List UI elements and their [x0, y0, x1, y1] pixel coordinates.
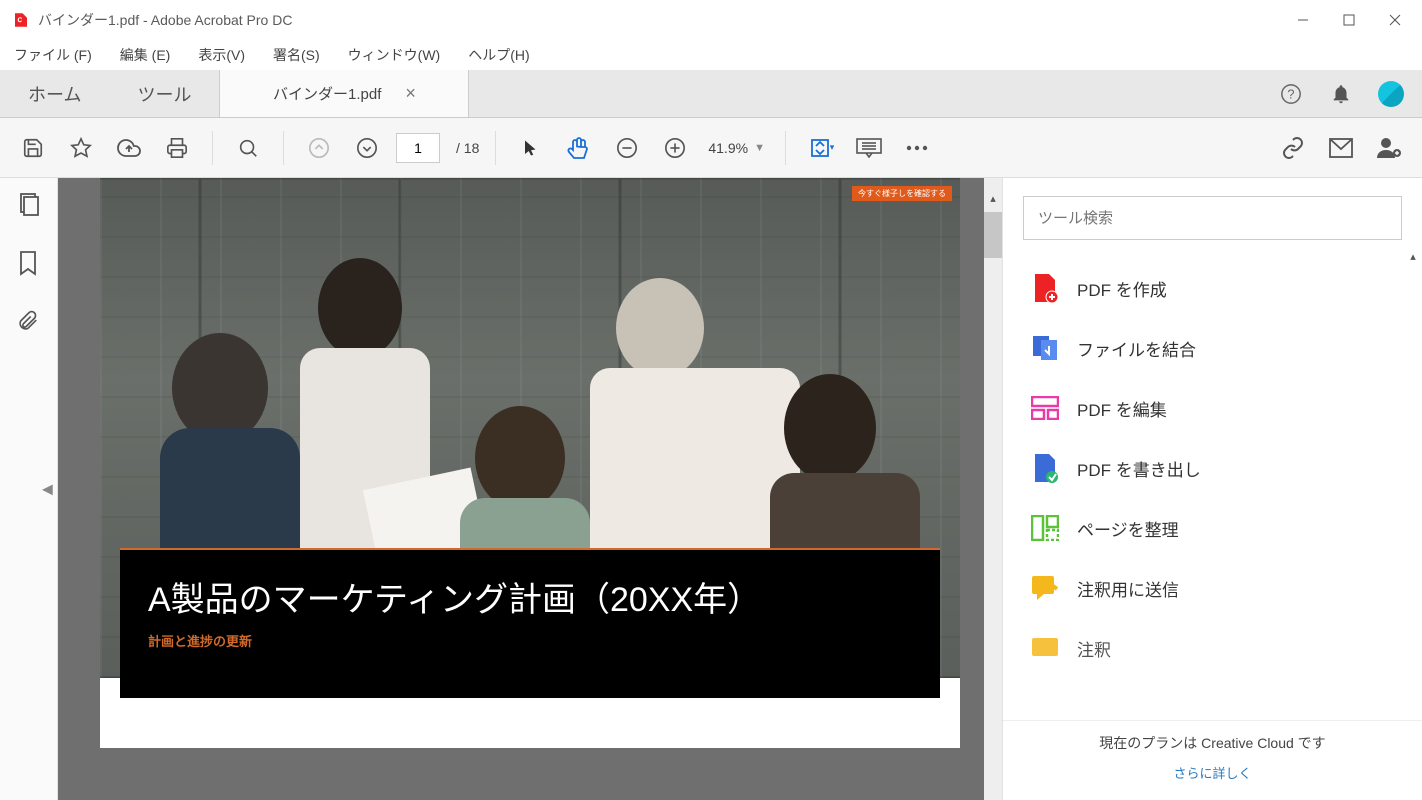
tools-search-input[interactable] [1023, 196, 1402, 240]
tab-bar: ホーム ツール バインダー1.pdf × ? [0, 70, 1422, 118]
tool-export-pdf[interactable]: PDF を書き出し [1003, 438, 1422, 498]
search-icon[interactable] [229, 129, 267, 167]
document-title: A製品のマーケティング計画（20XX年） [148, 572, 912, 621]
document-title-overlay: A製品のマーケティング計画（20XX年） 計画と進捗の更新 [120, 548, 940, 698]
export-pdf-icon [1031, 454, 1059, 482]
hand-tool-icon[interactable] [560, 129, 598, 167]
tool-create-pdf[interactable]: PDF を作成 [1003, 258, 1422, 318]
tool-send-for-comments[interactable]: 注釈用に送信 [1003, 558, 1422, 618]
tool-label: PDF を編集 [1077, 396, 1167, 421]
notifications-icon[interactable] [1328, 81, 1354, 107]
minimize-button[interactable] [1280, 4, 1326, 36]
window-title: バインダー1.pdf - Adobe Acrobat Pro DC [38, 10, 292, 30]
more-tools-icon[interactable] [898, 129, 936, 167]
expand-left-panel-icon[interactable]: ◀ [42, 481, 53, 498]
tool-label: ページを整理 [1077, 516, 1179, 541]
tool-organize-pages[interactable]: ページを整理 [1003, 498, 1422, 558]
print-icon[interactable] [158, 129, 196, 167]
zoom-level-dropdown[interactable]: 41.9% ▼ [704, 140, 769, 156]
pointer-icon[interactable] [512, 129, 550, 167]
page-down-icon[interactable] [348, 129, 386, 167]
close-button[interactable] [1372, 4, 1418, 36]
main-toolbar: / 18 41.9% ▼ ▾ [0, 118, 1422, 178]
tab-tools[interactable]: ツール [109, 70, 219, 117]
document-page: 今すぐ様⼦しを確認する A製品のマーケティング計画（20XX年） 計画と進捗の更… [100, 178, 960, 748]
zoom-value: 41.9% [708, 140, 748, 156]
document-canvas[interactable]: 今すぐ様⼦しを確認する A製品のマーケティング計画（20XX年） 計画と進捗の更… [58, 178, 1002, 800]
tab-label: バインダー1.pdf [273, 83, 381, 104]
page-display-icon[interactable] [850, 129, 888, 167]
tool-label: PDF を書き出し [1077, 456, 1201, 481]
right-panel-footer: 現在のプランは Creative Cloud です さらに詳しく [1003, 720, 1422, 800]
menu-view[interactable]: 表示(V) [194, 43, 249, 67]
page-number-input[interactable] [396, 133, 440, 163]
add-person-icon[interactable] [1370, 129, 1408, 167]
left-sidebar: ◀ [0, 178, 58, 800]
tab-home[interactable]: ホーム [0, 70, 109, 117]
menu-file[interactable]: ファイル (F) [10, 43, 96, 67]
title-bar: バインダー1.pdf - Adobe Acrobat Pro DC [0, 0, 1422, 40]
edit-pdf-icon [1031, 394, 1059, 422]
tool-edit-pdf[interactable]: PDF を編集 [1003, 378, 1422, 438]
canvas-scrollbar-track[interactable] [984, 178, 1002, 800]
cloud-upload-icon[interactable] [110, 129, 148, 167]
menu-help[interactable]: ヘルプ(H) [464, 43, 533, 67]
learn-more-link[interactable]: さらに詳しく [1003, 763, 1422, 782]
menu-window[interactable]: ウィンドウ(W) [344, 43, 445, 67]
user-avatar[interactable] [1378, 81, 1404, 107]
comment-icon [1031, 634, 1059, 662]
scroll-up-icon[interactable]: ▴ [1404, 250, 1422, 268]
zoom-out-icon[interactable] [608, 129, 646, 167]
workspace: ◀ [0, 178, 1422, 800]
tool-label: 注釈用に送信 [1077, 576, 1179, 601]
watermark-badge: 今すぐ様⼦しを確認する [852, 186, 952, 201]
combine-files-icon [1031, 334, 1059, 362]
canvas-scroll-up-icon[interactable]: ▴ [984, 192, 1002, 210]
tool-label: ファイルを結合 [1077, 336, 1196, 361]
attachments-icon[interactable] [17, 308, 41, 332]
tab-close-icon[interactable]: × [405, 83, 416, 104]
bookmarks-icon[interactable] [17, 250, 41, 274]
right-panel-scrollbar[interactable]: ▴ [1404, 250, 1422, 720]
svg-text:?: ? [1287, 86, 1294, 101]
send-comments-icon [1031, 574, 1059, 602]
right-tools-panel: PDF を作成 ファイルを結合 PDF を編集 PDF を書き出し ページを整理… [1002, 178, 1422, 800]
chevron-down-icon: ▼ [754, 142, 765, 154]
organize-pages-icon [1031, 514, 1059, 542]
tool-label: 注釈 [1077, 636, 1111, 661]
app-icon [12, 11, 30, 29]
page-total-label: / 18 [456, 140, 479, 156]
canvas-scrollbar-thumb[interactable] [984, 212, 1002, 258]
create-pdf-icon [1031, 274, 1059, 302]
tool-combine-files[interactable]: ファイルを結合 [1003, 318, 1422, 378]
zoom-in-icon[interactable] [656, 129, 694, 167]
plan-status-text: 現在のプランは Creative Cloud です [1003, 733, 1422, 753]
fit-page-icon[interactable]: ▾ [802, 129, 840, 167]
maximize-button[interactable] [1326, 4, 1372, 36]
thumbnails-icon[interactable] [17, 192, 41, 216]
email-icon[interactable] [1322, 129, 1360, 167]
menu-bar: ファイル (F) 編集 (E) 表示(V) 署名(S) ウィンドウ(W) ヘルプ… [0, 40, 1422, 70]
document-subtitle: 計画と進捗の更新 [148, 631, 912, 650]
tool-comment[interactable]: 注釈 [1003, 618, 1422, 678]
help-icon[interactable]: ? [1278, 81, 1304, 107]
star-icon[interactable] [62, 129, 100, 167]
tab-active-document[interactable]: バインダー1.pdf × [219, 70, 469, 117]
tools-list: PDF を作成 ファイルを結合 PDF を編集 PDF を書き出し ページを整理… [1003, 250, 1422, 720]
menu-edit[interactable]: 編集 (E) [116, 43, 175, 67]
save-icon[interactable] [14, 129, 52, 167]
menu-sign[interactable]: 署名(S) [269, 43, 324, 67]
tool-label: PDF を作成 [1077, 276, 1167, 301]
page-up-icon[interactable] [300, 129, 338, 167]
share-link-icon[interactable] [1274, 129, 1312, 167]
